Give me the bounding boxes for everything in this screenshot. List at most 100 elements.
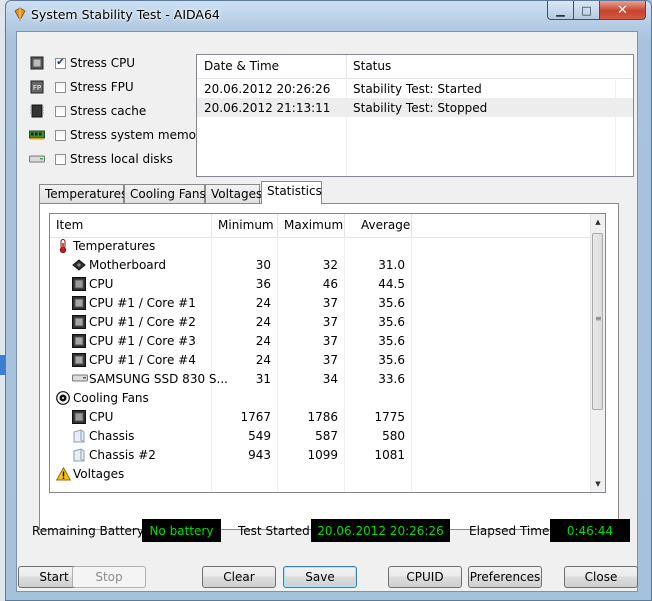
test-started-value: 20.06.2012 20:26:26 [311,519,450,542]
stress-checkbox[interactable]: ✔ [55,57,66,69]
table-group-row[interactable]: Temperatures [50,237,595,256]
row-maximum: 37 [322,353,338,367]
close-icon: ✕ [617,2,628,18]
table-row[interactable]: SAMSUNG SSD 830 S... 31 34 33.6 [50,370,595,389]
close-button[interactable]: Close [564,566,638,588]
stress-checkbox[interactable] [55,129,66,141]
log-row-date: 20.06.2012 20:26:26 [204,82,331,96]
row-average: 35.6 [378,296,405,310]
clear-button[interactable]: Clear [202,566,276,588]
tab-voltages[interactable]: Voltages [205,184,262,203]
memory-module-icon [29,128,45,142]
row-average: 35.6 [378,353,405,367]
row-minimum: 36 [255,277,271,291]
stress-option[interactable]: Stress local disks [29,150,173,168]
cpu-chip-icon [29,56,45,70]
row-item-label: Cooling Fans [73,391,149,405]
statistics-header: Item Minimum Maximum Average [50,214,595,238]
statistics-table[interactable]: Item Minimum Maximum Average Temperature… [49,213,606,493]
scrollbar-thumb[interactable]: ≡ [592,233,603,410]
test-log-list[interactable]: Date & Time Status 20.06.2012 20:26:26 S… [196,54,634,177]
fan-icon [56,391,70,405]
log-header-status[interactable]: Status [353,59,391,73]
chassis-icon [72,429,86,443]
aida64-window: System Stability Test - AIDA64 ▁ □ ✕ ✔ St… [5,0,652,601]
stress-option-label: Stress CPU [70,56,136,70]
row-item-label: Temperatures [73,239,156,253]
vertical-scrollbar[interactable]: ▲ ≡ ▼ [590,214,605,492]
stress-checkbox[interactable] [55,153,66,165]
row-minimum: 24 [255,315,271,329]
log-header-date[interactable]: Date & Time [204,59,279,73]
table-row[interactable]: Motherboard 30 32 31.0 [50,256,595,275]
thermometer-icon [56,239,70,254]
row-item-label: CPU #1 / Core #2 [89,315,196,329]
row-minimum: 24 [255,334,271,348]
test-started-label: Test Started: [238,524,314,538]
row-maximum: 37 [322,334,338,348]
column-header-average[interactable]: Average [361,218,410,232]
tab-statistics[interactable]: Statistics [261,181,322,204]
cache-chip-icon [29,104,45,118]
cpu-core-icon [72,353,86,367]
table-group-row[interactable]: Cooling Fans [50,389,595,408]
table-row[interactable]: CPU #1 / Core #1 24 37 35.6 [50,294,595,313]
row-average: 35.6 [378,334,405,348]
title-bar[interactable]: System Stability Test - AIDA64 ▁ □ ✕ [6,1,651,31]
table-group-row[interactable]: Voltages [50,465,595,484]
elapsed-time-label: Elapsed Time: [469,524,554,538]
stress-option[interactable]: ✔ Stress CPU [29,54,135,72]
scroll-down-arrow-icon[interactable]: ▼ [591,477,605,491]
fpu-chip-icon: FP [29,80,45,94]
warning-icon [55,466,72,481]
save-button[interactable]: Save [283,566,357,588]
row-average: 35.6 [378,315,405,329]
stress-option[interactable]: Stress cache [29,102,146,120]
column-header-maximum[interactable]: Maximum [284,218,343,232]
row-minimum: 24 [255,353,271,367]
row-item-label: Chassis [89,429,135,443]
row-item-label: CPU [89,410,114,424]
scroll-grip-icon: ≡ [595,314,602,323]
scroll-up-arrow-icon[interactable]: ▲ [591,215,605,229]
cpuid-button[interactable]: CPUID [388,566,462,588]
stress-option-label: Stress cache [70,104,147,118]
log-row[interactable]: 20.06.2012 20:26:26 Stability Test: Star… [197,79,633,98]
table-row[interactable]: CPU #1 / Core #3 24 37 35.6 [50,332,595,351]
row-minimum: 549 [248,429,271,443]
preferences-button[interactable]: Preferences [468,566,542,588]
row-item-label: CPU #1 / Core #3 [89,334,196,348]
log-row-status: Stability Test: Stopped [353,101,488,115]
hard-disk-icon [29,152,45,166]
stress-option[interactable]: Stress system memory [29,126,208,144]
cpu-core-icon [72,315,86,329]
row-item-label: SAMSUNG SSD 830 S... [89,372,228,386]
row-item-label: Voltages [73,467,125,481]
row-minimum: 1767 [240,410,271,424]
stress-option-label: Stress FPU [70,80,134,94]
stress-checkbox[interactable] [55,105,66,117]
maximize-button[interactable]: □ [574,1,600,20]
row-maximum: 46 [322,277,338,291]
aida64-app-icon [14,7,26,21]
cpu-icon [72,277,86,291]
table-row[interactable]: Chassis 549 587 580 [50,427,595,446]
table-row[interactable]: CPU #1 / Core #4 24 37 35.6 [50,351,595,370]
stop-button[interactable]: Stop [72,566,146,588]
window-title: System Stability Test - AIDA64 [31,7,220,22]
table-row[interactable]: CPU #1 / Core #2 24 37 35.6 [50,313,595,332]
tab-cooling-fans[interactable]: Cooling Fans [124,184,206,203]
cpu-icon [72,410,86,424]
table-row[interactable]: CPU 1767 1786 1775 [50,408,595,427]
table-row[interactable]: Chassis #2 943 1099 1081 [50,446,595,465]
table-row[interactable]: CPU 36 46 44.5 [50,275,595,294]
log-row[interactable]: 20.06.2012 21:13:11 Stability Test: Stop… [197,98,633,117]
stress-checkbox[interactable] [55,81,66,93]
close-window-button[interactable]: ✕ [600,1,646,20]
column-header-minimum[interactable]: Minimum [218,218,274,232]
svg-text:FP: FP [33,84,41,92]
tab-temperatures[interactable]: Temperatures [39,184,127,203]
column-header-item[interactable]: Item [56,218,83,232]
minimize-button[interactable]: ▁ [547,1,574,20]
stress-option[interactable]: FP Stress FPU [29,78,134,96]
